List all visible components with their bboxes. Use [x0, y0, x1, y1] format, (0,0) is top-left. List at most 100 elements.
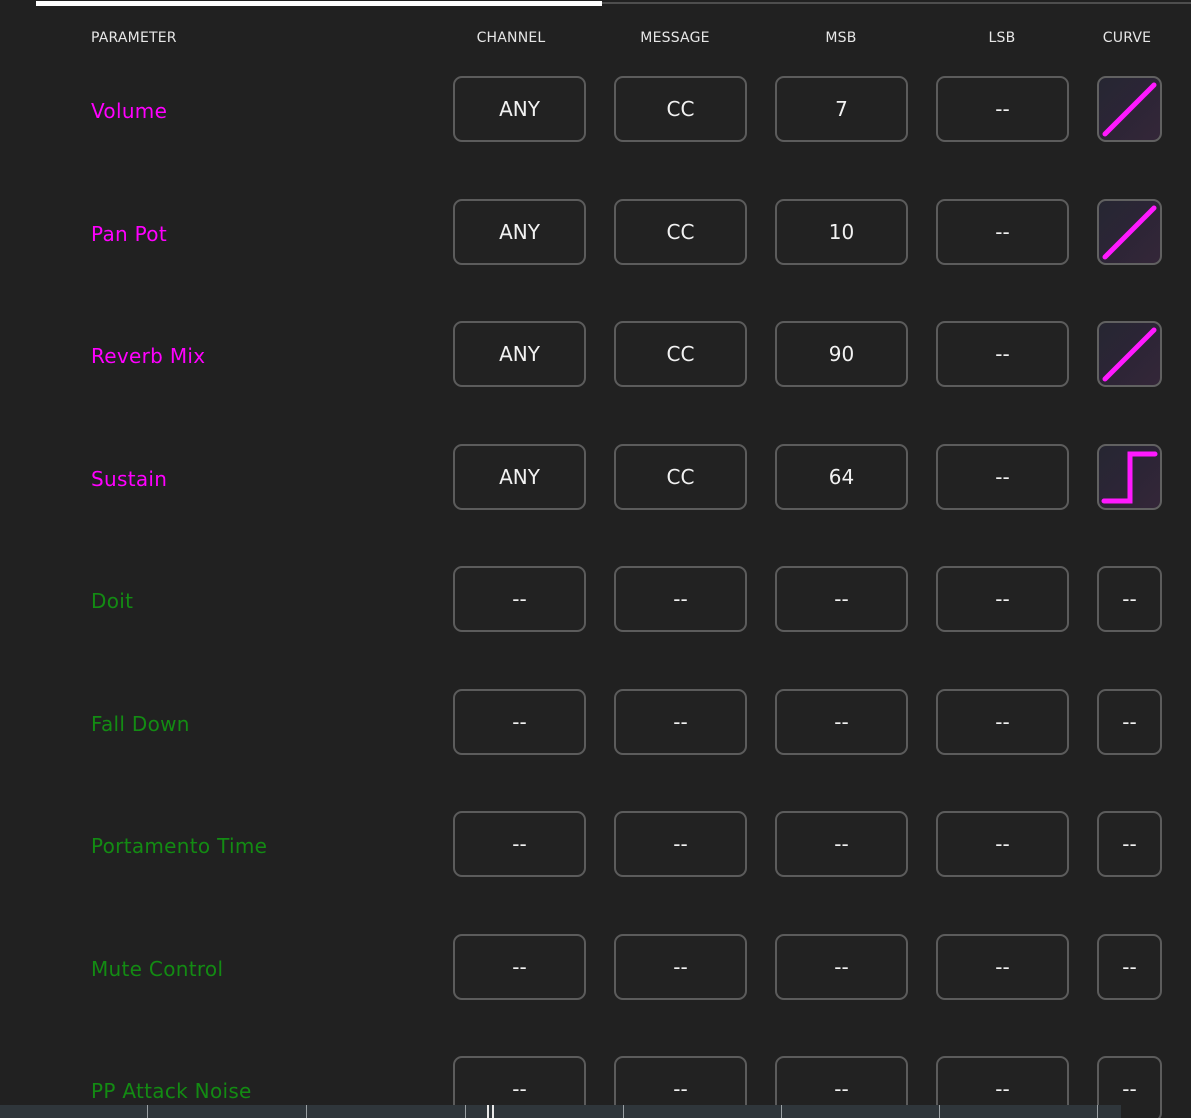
curve-value: -- [1122, 955, 1137, 979]
lsb-field[interactable]: -- [936, 934, 1069, 1000]
lsb-field-value: -- [995, 955, 1010, 979]
lsb-field[interactable]: -- [936, 811, 1069, 877]
curve-button[interactable]: -- [1097, 934, 1162, 1000]
msb-field-value: -- [834, 832, 849, 856]
message-field-value: CC [666, 220, 695, 244]
midi-assign-page: PARAMETER CHANNEL MESSAGE MSB LSB CURVE … [0, 0, 1191, 1118]
parameter-row: Reverb Mix ANY CC 90 -- [0, 321, 1191, 391]
channel-field[interactable]: -- [453, 934, 586, 1000]
msb-field[interactable]: -- [775, 566, 908, 632]
channel-field[interactable]: ANY [453, 76, 586, 142]
header-channel: CHANNEL [476, 30, 546, 46]
column-header: PARAMETER CHANNEL MESSAGE MSB LSB CURVE [0, 30, 1191, 48]
parameter-row: Volume ANY CC 7 -- [0, 76, 1191, 146]
curve-button[interactable]: -- [1097, 566, 1162, 632]
msb-field-value: 64 [828, 465, 855, 489]
curve-value: -- [1122, 832, 1137, 856]
channel-field-value: ANY [499, 465, 540, 489]
lsb-field[interactable]: -- [936, 566, 1069, 632]
header-curve: CURVE [1102, 30, 1152, 46]
parameter-row: Portamento Time -- -- -- -- -- [0, 811, 1191, 881]
header-lsb: LSB [988, 30, 1016, 46]
message-field-value: CC [666, 465, 695, 489]
bottom-scroll-bar[interactable] [0, 1105, 1121, 1118]
lsb-field-value: -- [995, 587, 1010, 611]
lsb-field-value: -- [995, 1077, 1010, 1101]
channel-field[interactable]: -- [453, 566, 586, 632]
msb-field[interactable]: -- [775, 811, 908, 877]
msb-field[interactable]: 64 [775, 444, 908, 510]
parameter-row: Sustain ANY CC 64 -- [0, 444, 1191, 514]
msb-field[interactable]: 10 [775, 199, 908, 265]
scroll-tick [623, 1105, 624, 1118]
msb-field-value: -- [834, 1077, 849, 1101]
header-parameter: PARAMETER [91, 30, 177, 46]
lsb-field-value: -- [995, 465, 1010, 489]
scroll-tick [1097, 1105, 1098, 1118]
msb-field[interactable]: -- [775, 934, 908, 1000]
parameter-row: Pan Pot ANY CC 10 -- [0, 199, 1191, 269]
curve-button[interactable]: -- [1097, 811, 1162, 877]
channel-field-value: -- [512, 710, 527, 734]
scroll-tick [939, 1105, 940, 1118]
header-msb: MSB [825, 30, 857, 46]
channel-field[interactable]: -- [453, 811, 586, 877]
message-field[interactable]: CC [614, 199, 747, 265]
lsb-field[interactable]: -- [936, 199, 1069, 265]
parameter-label: Reverb Mix [91, 344, 206, 368]
msb-field[interactable]: 90 [775, 321, 908, 387]
msb-field-value: 10 [828, 220, 855, 244]
message-field[interactable]: CC [614, 76, 747, 142]
curve-button[interactable] [1097, 76, 1162, 142]
parameter-label: Volume [91, 99, 168, 123]
curve-button[interactable] [1097, 321, 1162, 387]
channel-field[interactable]: ANY [453, 199, 586, 265]
curve-button[interactable] [1097, 444, 1162, 510]
curve-value: -- [1122, 1077, 1137, 1101]
msb-field-value: -- [834, 587, 849, 611]
scroll-tick [147, 1105, 148, 1118]
curve-button[interactable] [1097, 199, 1162, 265]
lsb-field[interactable]: -- [936, 76, 1069, 142]
parameter-label: Mute Control [91, 957, 224, 981]
channel-field[interactable]: ANY [453, 321, 586, 387]
message-field-value: -- [673, 587, 688, 611]
parameter-label: Doit [91, 589, 134, 613]
message-field[interactable]: CC [614, 444, 747, 510]
curve-value: -- [1122, 710, 1137, 734]
channel-field-value: -- [512, 1077, 527, 1101]
msb-field[interactable]: 7 [775, 76, 908, 142]
scroll-position-marker[interactable] [487, 1105, 489, 1118]
parameter-label: Fall Down [91, 712, 190, 736]
scroll-tick [306, 1105, 307, 1118]
message-field-value: -- [673, 1077, 688, 1101]
parameter-label: Pan Pot [91, 222, 167, 246]
message-field-value: -- [673, 832, 688, 856]
lsb-field[interactable]: -- [936, 321, 1069, 387]
message-field[interactable]: -- [614, 934, 747, 1000]
scroll-tick [465, 1105, 466, 1118]
scroll-position-marker[interactable] [492, 1105, 494, 1118]
channel-field[interactable]: -- [453, 689, 586, 755]
message-field[interactable]: -- [614, 566, 747, 632]
channel-field-value: ANY [499, 220, 540, 244]
lsb-field-value: -- [995, 97, 1010, 121]
linear-curve-icon [1102, 82, 1157, 137]
linear-curve-icon [1102, 327, 1157, 382]
lsb-field[interactable]: -- [936, 689, 1069, 755]
lsb-field-value: -- [995, 220, 1010, 244]
message-field-value: -- [673, 710, 688, 734]
message-field[interactable]: CC [614, 321, 747, 387]
msb-field[interactable]: -- [775, 689, 908, 755]
channel-field[interactable]: ANY [453, 444, 586, 510]
msb-field-value: 7 [835, 97, 848, 121]
message-field[interactable]: -- [614, 811, 747, 877]
channel-field-value: -- [512, 832, 527, 856]
message-field[interactable]: -- [614, 689, 747, 755]
msb-field-value: -- [834, 955, 849, 979]
curve-button[interactable]: -- [1097, 689, 1162, 755]
lsb-field[interactable]: -- [936, 444, 1069, 510]
lsb-field-value: -- [995, 832, 1010, 856]
parameter-label: Portamento Time [91, 834, 268, 858]
message-field-value: -- [673, 955, 688, 979]
